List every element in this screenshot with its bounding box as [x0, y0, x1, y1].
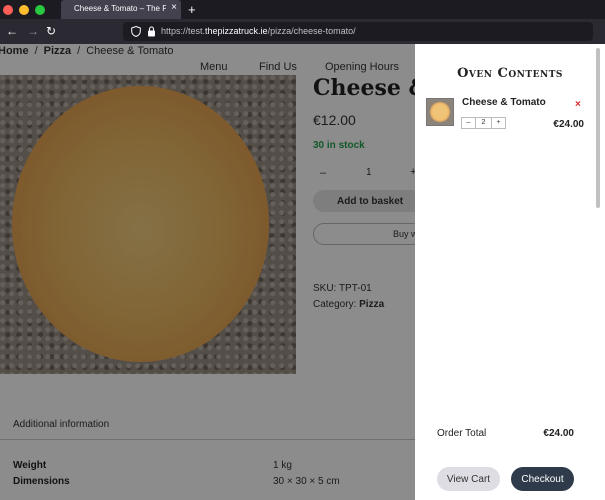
browser-tab[interactable]: Cheese & Tomato – The Pizza T × — [61, 0, 181, 19]
cart-qty-decrease-button[interactable]: – — [461, 117, 476, 129]
cart-scrollbar[interactable] — [596, 48, 600, 208]
tab-close-icon[interactable]: × — [171, 2, 177, 13]
cart-item-name[interactable]: Cheese & Tomato — [462, 97, 546, 108]
cart-item-price: €24.00 — [553, 119, 584, 130]
view-cart-button[interactable]: View Cart — [437, 467, 500, 491]
page-dim-overlay[interactable] — [0, 44, 415, 500]
side-cart-panel: Oven Contents Cheese & Tomato × – 2 + €2… — [415, 44, 605, 500]
window-controls — [3, 5, 45, 15]
address-bar[interactable]: https://test.thepizzatruck.ie/pizza/chee… — [123, 22, 593, 41]
checkout-button[interactable]: Checkout — [511, 467, 574, 491]
maximize-window-button[interactable] — [35, 5, 45, 15]
cart-item-thumbnail[interactable] — [426, 98, 454, 126]
pizza-thumbnail-image — [430, 102, 450, 122]
tab-title: Cheese & Tomato – The Pizza T — [74, 4, 166, 13]
new-tab-icon[interactable]: + — [188, 0, 196, 19]
close-window-button[interactable] — [3, 5, 13, 15]
browser-nav-bar: ← → ↻ https://test.thepizzatruck.ie/pizz… — [0, 19, 605, 44]
reload-icon[interactable]: ↻ — [46, 24, 56, 38]
shield-icon[interactable] — [131, 26, 141, 37]
cart-qty-input[interactable]: 2 — [476, 117, 491, 129]
browser-tab-bar: Cheese & Tomato – The Pizza T × + — [0, 0, 605, 19]
order-total-value: €24.00 — [543, 428, 574, 439]
order-total-label: Order Total — [437, 428, 487, 439]
remove-item-icon[interactable]: × — [575, 99, 581, 110]
url-text[interactable]: https://test.thepizzatruck.ie/pizza/chee… — [161, 26, 356, 36]
forward-icon[interactable]: → — [27, 24, 39, 38]
cart-qty-increase-button[interactable]: + — [491, 117, 506, 129]
back-icon[interactable]: ← — [6, 24, 18, 38]
minimize-window-button[interactable] — [19, 5, 29, 15]
cart-quantity-stepper: – 2 + — [461, 117, 506, 129]
cart-title: Oven Contents — [457, 66, 563, 81]
lock-icon[interactable] — [147, 26, 156, 37]
